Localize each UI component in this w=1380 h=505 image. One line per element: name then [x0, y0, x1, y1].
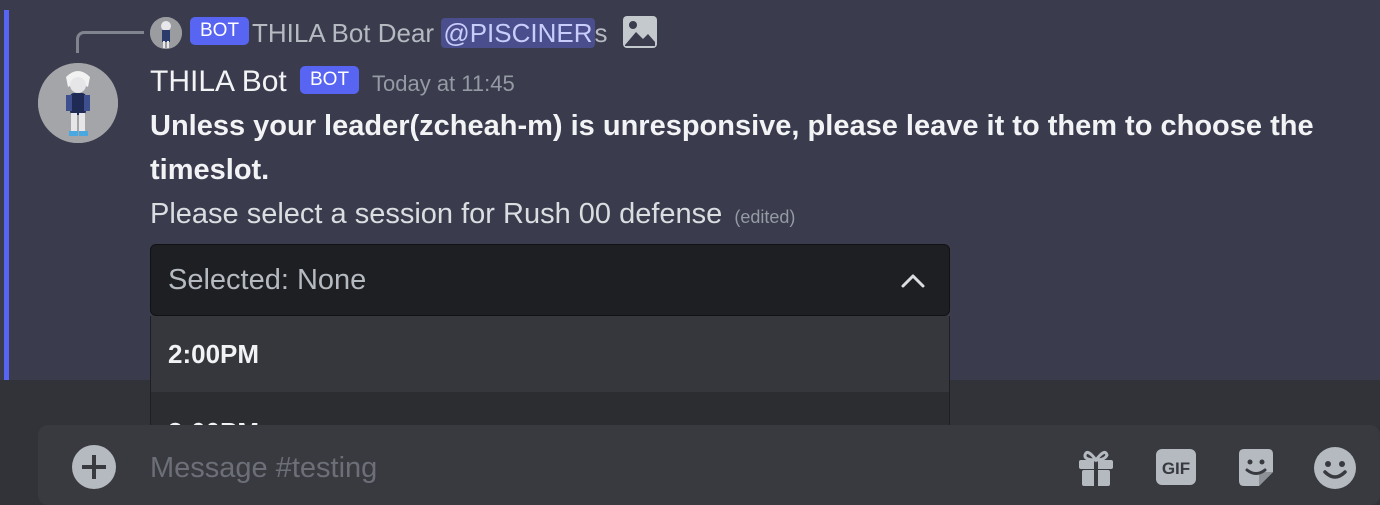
gif-label: GIF: [1162, 459, 1190, 478]
reply-text-prefix: Dear: [377, 18, 442, 48]
reply-preview[interactable]: THILA Bot Dear @PISCINERs: [252, 14, 608, 52]
reply-bot-tag: BOT: [190, 17, 250, 45]
session-select[interactable]: Selected: None: [150, 244, 950, 316]
select-value: Selected: None: [168, 264, 367, 296]
message-author[interactable]: THILA Bot: [150, 62, 287, 102]
mention-highlight-bar: [4, 10, 9, 380]
chevron-up-icon: [899, 267, 927, 295]
reply-avatar[interactable]: [150, 17, 182, 49]
bot-tag: BOT: [300, 66, 360, 94]
message-text: Please select a session for Rush 00 defe…: [150, 194, 795, 237]
emoji-icon[interactable]: [1313, 446, 1356, 489]
mention-pill[interactable]: @PISCINER: [441, 18, 595, 48]
gift-icon[interactable]: [1075, 446, 1117, 488]
select-option[interactable]: 2:00PM: [151, 316, 949, 392]
message-bold-text: Unless your leader(zcheah-m) is unrespon…: [150, 110, 1314, 186]
add-icon[interactable]: [72, 445, 116, 489]
message-body: Please select a session for Rush 00 defe…: [150, 198, 723, 230]
sticker-icon[interactable]: [1235, 446, 1277, 488]
reply-author[interactable]: THILA Bot: [252, 18, 371, 48]
author-avatar[interactable]: [38, 63, 118, 143]
image-icon: [622, 15, 658, 49]
reply-text-suffix: s: [594, 18, 608, 48]
message-input[interactable]: Message #testing: [150, 450, 377, 486]
gif-icon[interactable]: GIF: [1155, 446, 1197, 488]
reply-connector: [76, 31, 144, 53]
message-timestamp[interactable]: Today at 11:45: [372, 69, 515, 99]
option-label: 2:00PM: [168, 339, 260, 369]
edited-label[interactable]: (edited): [734, 207, 795, 227]
